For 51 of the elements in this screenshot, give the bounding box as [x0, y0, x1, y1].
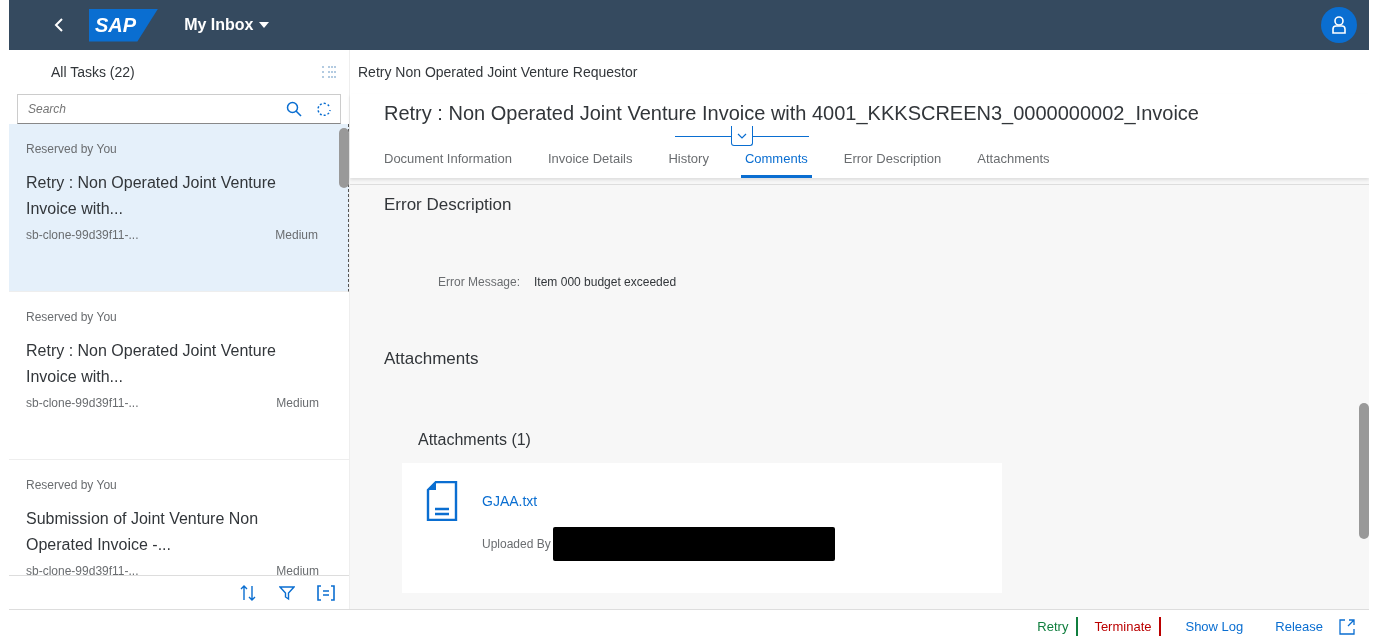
- attachments-list-title: Attachments (1): [418, 431, 532, 449]
- task-priority: Medium: [276, 396, 319, 410]
- task-id: sb-clone-99d39f11-...: [26, 396, 139, 410]
- section-title: Error Description: [384, 195, 513, 215]
- task-priority: Medium: [276, 564, 319, 575]
- task-count-title: All Tasks (22): [51, 64, 135, 80]
- section-tab[interactable]: Document Information: [384, 147, 516, 178]
- action-button[interactable]: Release: [1267, 617, 1331, 636]
- section-tab[interactable]: History: [664, 147, 713, 178]
- section-tab[interactable]: Comments: [740, 147, 812, 178]
- user-avatar[interactable]: [1321, 7, 1357, 43]
- document-icon: [426, 481, 458, 521]
- collapse-header-button[interactable]: [730, 126, 753, 146]
- scrollbar-thumb[interactable]: [339, 128, 349, 188]
- search-field[interactable]: Search: [17, 94, 341, 124]
- task-status: Reserved by You: [26, 142, 118, 156]
- task-priority: Medium: [275, 228, 318, 242]
- task-list-item[interactable]: Reserved by You Submission of Joint Venture Non Operated Invoice -... sb-clone-99d39f11-... Medium: [9, 460, 349, 575]
- detail-header: Retry Non Operated Joint Venture Requestor: [350, 50, 1369, 94]
- task-id: sb-clone-99d39f11-...: [26, 564, 139, 575]
- file-link[interactable]: GJAA.txt: [482, 493, 835, 509]
- task-id: sb-clone-99d39f11-...: [26, 228, 139, 242]
- action-button[interactable]: Show Log: [1177, 617, 1252, 636]
- section-title: Attachments: [384, 349, 480, 369]
- action-button[interactable]: Terminate: [1086, 617, 1162, 636]
- action-button[interactable]: Retry: [1029, 617, 1079, 636]
- company-logo[interactable]: SAP: [89, 8, 159, 42]
- task-list-item[interactable]: Reserved by You Retry : Non Operated Joint Venture Invoice with... sb-clone-99d39f11-... Medium: [9, 124, 349, 292]
- section-tab[interactable]: Error Description: [839, 147, 946, 178]
- field-label: Error Message:: [438, 275, 521, 289]
- task-status: Reserved by You: [26, 478, 118, 492]
- task-title: Submission of Joint Venture Non Operated Invoice -...: [26, 509, 260, 555]
- object-title: Retry : Non Operated Joint Venture Invoice with 4001_KKKSCREEN3_0000000002_Invoice: [384, 102, 1200, 125]
- refresh-icon[interactable]: [316, 101, 332, 117]
- group-icon[interactable]: [317, 584, 335, 601]
- sort-icon[interactable]: [239, 583, 257, 602]
- task-title: Retry : Non Operated Joint Venture Invoice with...: [26, 341, 277, 387]
- field-value: Item 000 budget exceeded: [534, 275, 677, 289]
- filter-icon[interactable]: [279, 584, 295, 601]
- chevron-down-icon[interactable]: [736, 132, 747, 139]
- app-title-menu[interactable]: My Inbox: [178, 15, 276, 35]
- section-tab[interactable]: Invoice Details: [543, 147, 637, 178]
- search-icon[interactable]: [286, 101, 302, 117]
- task-status: Reserved by You: [26, 310, 118, 324]
- caret-icon[interactable]: [259, 22, 270, 28]
- task-title: Retry : Non Operated Joint Venture Invoice with...: [26, 173, 277, 219]
- section-tab[interactable]: Attachments: [973, 147, 1054, 178]
- share-icon[interactable]: [1339, 618, 1355, 635]
- scrollbar-thumb[interactable]: [1359, 403, 1369, 539]
- task-list-item[interactable]: Reserved by You Retry : Non Operated Joint Venture Invoice with... sb-clone-99d39f11-... Medium: [9, 292, 349, 460]
- uploaded-by-label: Uploaded By: [482, 537, 551, 551]
